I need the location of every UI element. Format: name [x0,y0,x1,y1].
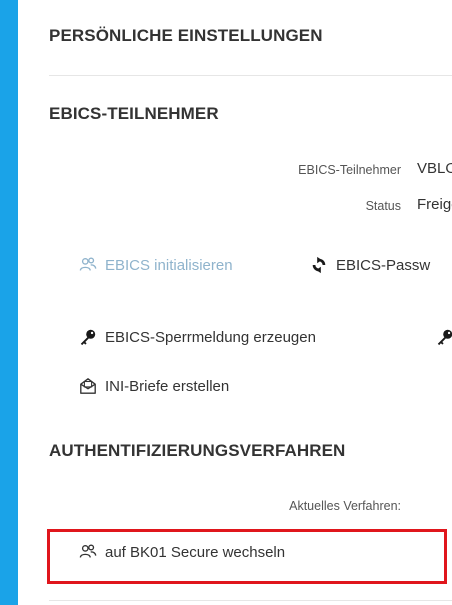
refresh-icon [312,256,326,274]
initialize-ebics-link[interactable]: EBICS initialisieren [79,256,233,274]
settings-panel: PERSÖNLICHE EINSTELLUNGEN EBICS-TEILNEHM… [18,0,452,605]
secondary-key-link[interactable] [436,328,452,346]
ebics-password-link[interactable]: EBICS-Passw [310,256,430,274]
personal-settings-heading: PERSÖNLICHE EINSTELLUNGEN [49,26,323,45]
users-icon [79,257,97,271]
key-icon [80,329,96,346]
initialize-ebics-label: EBICS initialisieren [105,256,233,274]
participant-value: VBLO [417,160,452,177]
status-label: Status [365,199,401,213]
ebics-participant-heading: EBICS-TEILNEHMER [49,104,219,123]
create-ini-letters-label: INI-Briefe erstellen [105,377,230,395]
create-ini-letters-link[interactable]: INI-Briefe erstellen [79,377,229,395]
authentication-heading: AUTHENTIFIZIERUNGSVERFAHREN [49,441,346,460]
status-value: Freige [417,196,452,213]
divider [49,75,452,76]
create-block-notice-label: EBICS-Sperrmeldung erzeugen [105,328,316,346]
highlight-box [47,529,447,584]
create-block-notice-link[interactable]: EBICS-Sperrmeldung erzeugen [79,328,316,346]
current-method-label: Aktuelles Verfahren: [289,499,401,513]
participant-label: EBICS-Teilnehmer [298,163,401,177]
ebics-password-label: EBICS-Passw [336,256,431,274]
envelope-icon [80,378,96,394]
divider [49,600,452,601]
key-icon [437,329,452,346]
